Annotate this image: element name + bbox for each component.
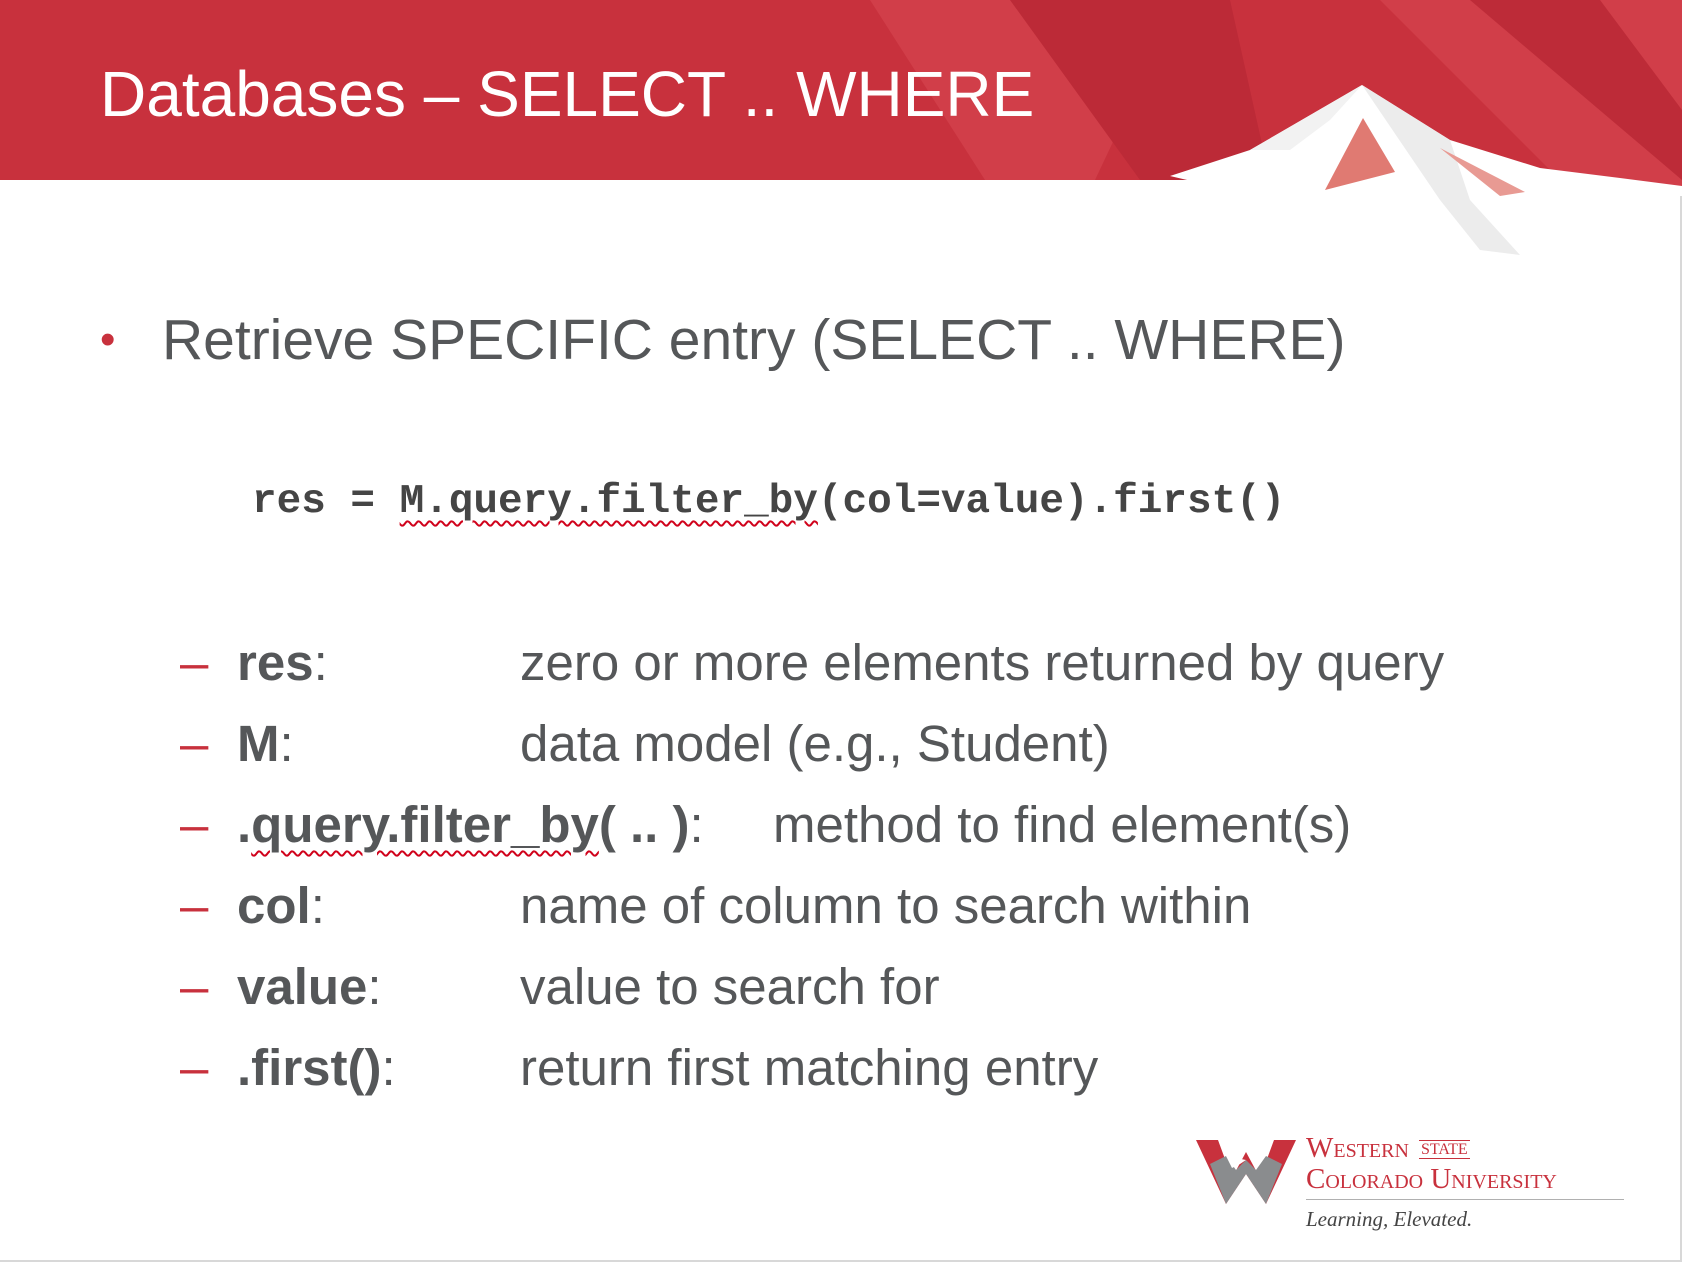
- logo-divider: [1306, 1199, 1624, 1200]
- logo-state-label: STATE: [1418, 1140, 1470, 1160]
- definition-description: data model (e.g., Student): [520, 715, 1110, 772]
- code-suffix: (col=value).first(): [817, 479, 1286, 525]
- definition-term: M:: [237, 715, 294, 772]
- definition-term: .query.filter_by( .. ):: [237, 796, 704, 853]
- definition-list: – res: zero or more elements returned by…: [180, 622, 1580, 1108]
- definition-description: zero or more elements returned by query: [520, 634, 1445, 691]
- definition-description: method to find element(s): [773, 796, 1352, 853]
- definition-description: value to search for: [520, 958, 940, 1015]
- definition-item-value: – value: value to search for: [180, 946, 1580, 1027]
- university-logo: Western STATE Colorado University Learnin…: [1196, 1130, 1636, 1240]
- definition-description: name of column to search within: [520, 877, 1252, 934]
- definition-description: return first matching entry: [520, 1039, 1099, 1096]
- definition-term: col:: [237, 877, 325, 934]
- logo-tagline: Learning, Elevated.: [1306, 1207, 1473, 1231]
- definition-item-col: – col: name of column to search within: [180, 865, 1580, 946]
- dash-marker: –: [180, 1039, 209, 1096]
- dash-marker: –: [180, 715, 209, 772]
- definition-item-res: – res: zero or more elements returned by…: [180, 622, 1580, 703]
- definition-term: res:: [237, 634, 328, 691]
- dash-marker: –: [180, 634, 209, 691]
- mountain-w-logo-icon: [1196, 1140, 1296, 1204]
- dash-marker: –: [180, 958, 209, 1015]
- bullet-text: Retrieve SPECIFIC entry (SELECT .. WHERE…: [162, 308, 1346, 372]
- code-snippet: res = M.query.filter_by(col=value).first…: [252, 474, 1285, 530]
- slide-title: Databases – SELECT .. WHERE: [100, 58, 1035, 130]
- definition-item-first: – .first(): return first matching entry: [180, 1027, 1580, 1108]
- definition-term: .first():: [237, 1039, 396, 1096]
- code-prefix: res =: [252, 479, 400, 525]
- definition-term: value:: [237, 958, 382, 1015]
- definition-item-query-filter-by: – .query.filter_by( .. ): method to find…: [180, 784, 1580, 865]
- dash-marker: –: [180, 796, 209, 853]
- definition-item-m: – M: data model (e.g., Student): [180, 703, 1580, 784]
- logo-name-line2: Colorado University: [1306, 1163, 1557, 1195]
- slide: Databases – SELECT .. WHERE • Retrieve S…: [0, 0, 1682, 1262]
- dash-marker: –: [180, 877, 209, 934]
- bullet-marker: •: [100, 315, 116, 364]
- code-flagged-word: M.query.filter_by: [399, 479, 818, 525]
